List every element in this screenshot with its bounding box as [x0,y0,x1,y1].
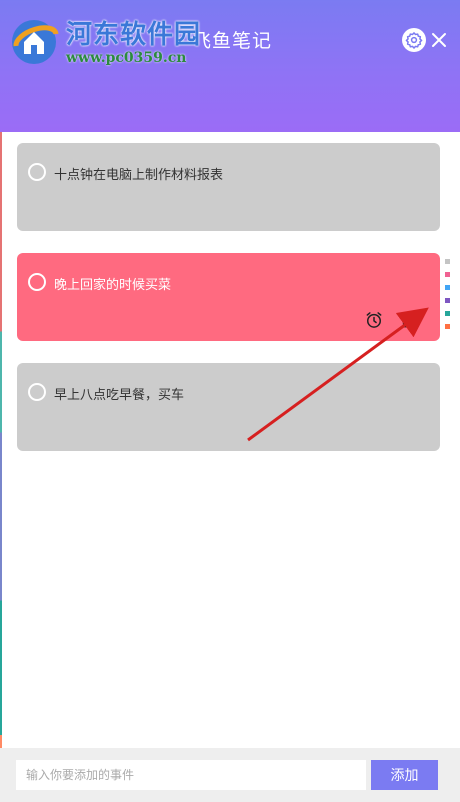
color-swatch[interactable] [445,311,450,316]
note-text: 十点钟在电脑上制作材料报表 [54,168,224,183]
left-edge-strip [0,130,2,802]
watermark-url: www.pc0359.cn [66,50,187,66]
watermark-title: 河东软件园 [66,20,202,50]
add-button[interactable]: 添加 [371,760,438,790]
gear-icon [405,32,423,49]
note-checkbox[interactable] [28,163,46,181]
new-event-input[interactable] [16,760,366,790]
watermark: 河东软件园 www.pc0359.cn [0,4,230,74]
footer-bar: 添加 [0,748,460,802]
settings-button[interactable] [402,28,426,52]
color-swatch[interactable] [445,298,450,303]
note-item[interactable]: 十点钟在电脑上制作材料报表 [17,143,440,231]
app-window: 飞鱼笔记 河东软件园 www.pc0359.cn 十点钟在电脑上制作材料报表 晚… [0,0,460,802]
close-button[interactable] [429,30,449,50]
note-checkbox[interactable] [28,383,46,401]
note-text: 晚上回家的时候买菜 [54,278,172,293]
color-swatch[interactable] [445,285,450,290]
close-icon [432,33,446,47]
color-swatch[interactable] [445,324,450,329]
trash-icon[interactable] [398,310,418,330]
note-checkbox[interactable] [28,273,46,291]
color-swatch[interactable] [445,272,450,277]
note-item[interactable]: 早上八点吃早餐，买车 [17,363,440,451]
alarm-clock-icon[interactable] [364,310,384,330]
watermark-logo-icon [12,20,59,64]
note-item-active[interactable]: 晚上回家的时候买菜 [17,253,440,341]
color-swatch[interactable] [445,259,450,264]
note-text: 早上八点吃早餐，买车 [54,388,185,403]
note-actions [364,310,418,330]
color-palette [445,259,450,329]
